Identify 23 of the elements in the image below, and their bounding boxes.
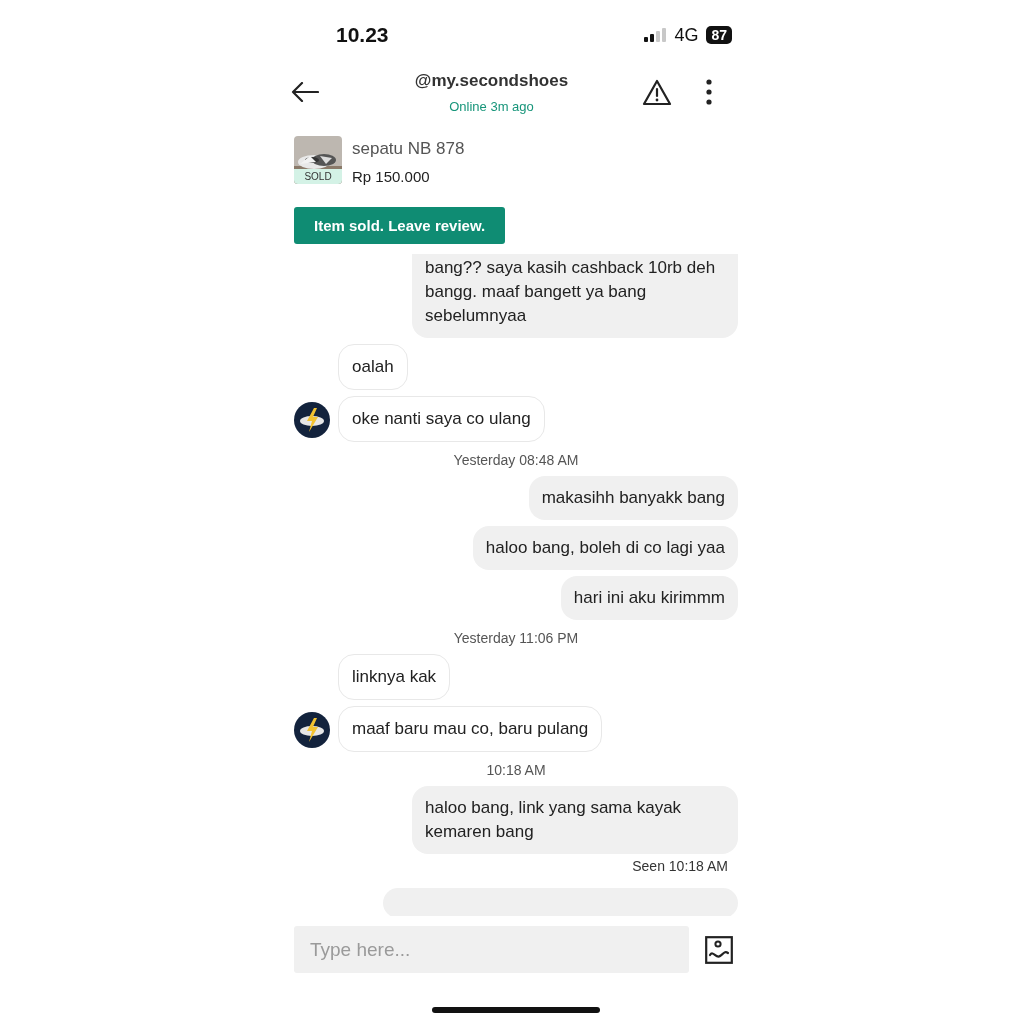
message-bubble: haloo bang, boleh di co lagi yaa xyxy=(472,526,738,570)
message-bubble: oalah xyxy=(338,344,408,390)
timestamp: Yesterday 08:48 AM xyxy=(452,452,580,468)
leave-review-button[interactable]: Item sold. Leave review. xyxy=(294,207,506,244)
product-price: Rp 150.000 xyxy=(352,168,431,185)
message-bubble: bang?? saya kasih cashback 10rb deh bangg. maaf bangett ya bang sebelumnyaa xyxy=(412,254,738,338)
status-time: 10.23 xyxy=(336,23,389,47)
timestamp: 10:18 AM xyxy=(485,762,547,778)
sold-badge: SOLD xyxy=(294,169,342,184)
chat-title: @my.secondshoes xyxy=(414,70,569,91)
message-bubble: haloo bang, link yang sama kayak kemaren bang xyxy=(412,786,738,854)
message-bubble: hari ini aku kirimmm xyxy=(560,576,738,620)
battery-indicator: 87 xyxy=(706,26,732,44)
message-input[interactable]: Type here... xyxy=(294,926,689,973)
message-bubble: oke nanti saya co ulang xyxy=(338,396,545,442)
timestamp: Yesterday 11:06 PM xyxy=(452,630,580,646)
message-bubble: maaf baru mau co, baru pulang xyxy=(338,706,603,752)
online-status: Online 3m ago xyxy=(449,98,534,114)
seen-receipt: Seen 10:18 AM xyxy=(631,858,729,874)
product-name: sepatu NB 878 xyxy=(352,139,465,159)
message-bubble: makasihh banyakk bang xyxy=(528,476,738,520)
message-bubble: linknya kak xyxy=(338,654,451,700)
network-label: 4G xyxy=(674,24,699,46)
